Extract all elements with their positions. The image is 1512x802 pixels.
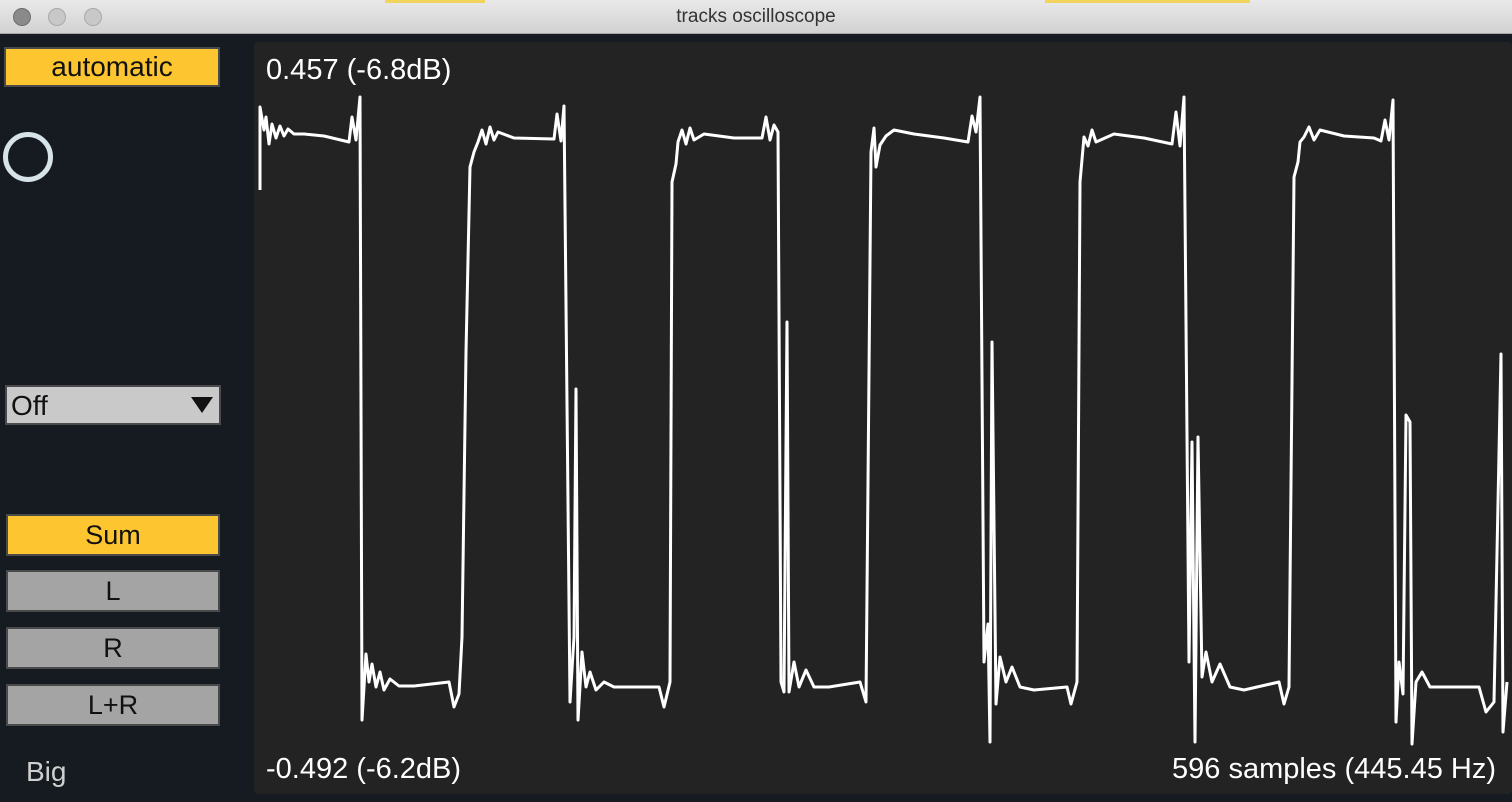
- max-level-readout: 0.457 (-6.8dB): [266, 54, 452, 86]
- title-bar[interactable]: tracks oscilloscope: [0, 0, 1512, 34]
- channel-sum-button[interactable]: Sum: [6, 514, 220, 556]
- oscilloscope-display[interactable]: 0.457 (-6.8dB) -0.492 (-6.2dB) 596 sampl…: [254, 42, 1512, 794]
- waveform-trace: [258, 95, 1509, 746]
- channel-left-button[interactable]: L: [6, 570, 220, 612]
- waveform-plot: [258, 95, 1509, 746]
- activity-indicator-ring-icon: [3, 132, 53, 182]
- oscilloscope-window: tracks oscilloscope automatic Off Sum L …: [0, 0, 1512, 802]
- dropdown-selected-value: Off: [11, 390, 48, 421]
- title-accent-strip: [385, 0, 485, 3]
- automatic-scale-button[interactable]: automatic: [4, 47, 220, 87]
- channel-left-plus-right-button[interactable]: L+R: [6, 684, 220, 726]
- min-level-readout: -0.492 (-6.2dB): [266, 753, 462, 785]
- channel-right-button[interactable]: R: [6, 627, 220, 669]
- size-toggle-label[interactable]: Big: [26, 756, 66, 788]
- control-sidebar: automatic Off Sum L R L+R Big: [0, 34, 250, 802]
- sample-length-readout: 596 samples (445.45 Hz): [1172, 753, 1496, 785]
- trigger-mode-dropdown[interactable]: Off: [5, 385, 221, 425]
- dropdown-arrow-icon: [191, 397, 213, 413]
- title-accent-strip: [1045, 0, 1250, 3]
- window-title: tracks oscilloscope: [676, 6, 836, 27]
